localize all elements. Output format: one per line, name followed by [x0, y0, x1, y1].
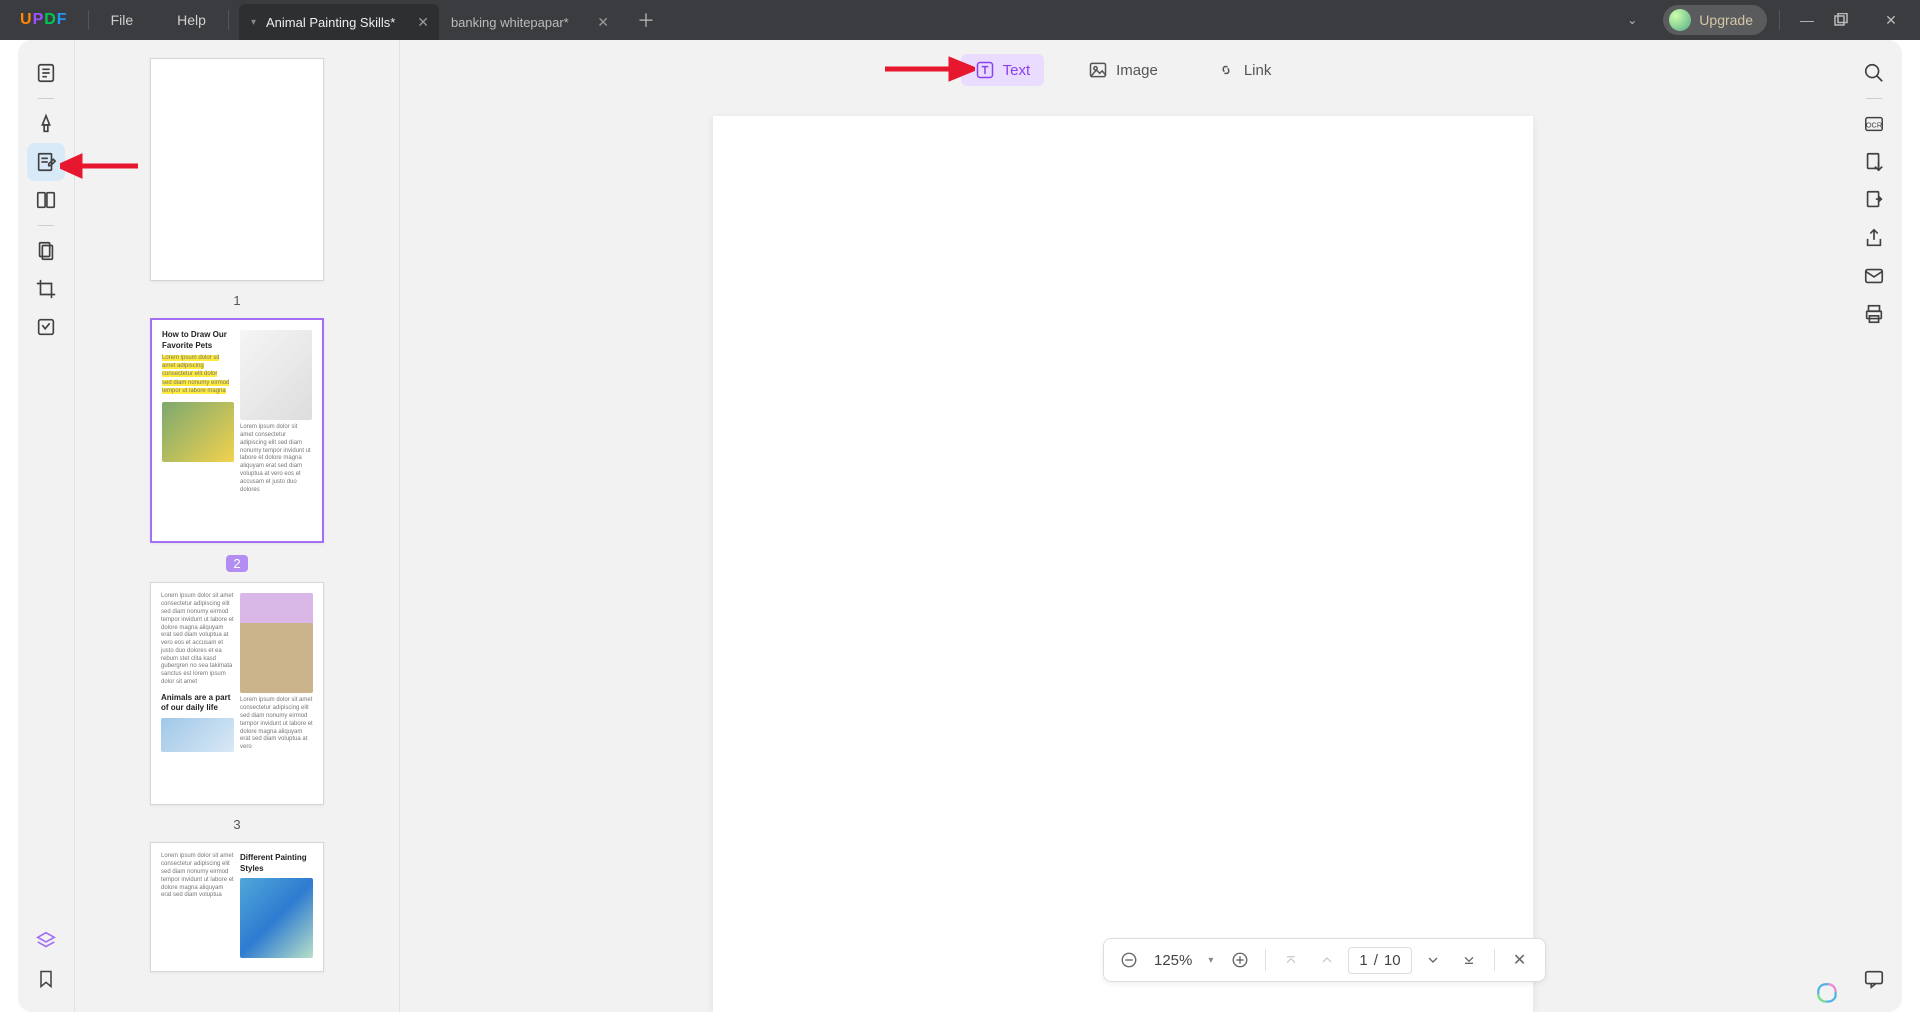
last-page-icon[interactable] — [1454, 945, 1484, 975]
separator — [38, 98, 54, 99]
comment-tool-icon[interactable] — [27, 105, 65, 143]
zoom-value: 125% — [1150, 952, 1196, 969]
left-toolbar — [18, 40, 74, 1012]
canvas-area: Text Image Link 125% ▾ — [400, 40, 1846, 1012]
edit-toolbar: Text Image Link — [961, 54, 1286, 86]
page-sep: / — [1374, 952, 1378, 969]
upgrade-button[interactable]: Upgrade — [1663, 5, 1767, 35]
form-tool-icon[interactable] — [27, 308, 65, 346]
svg-text:OCR: OCR — [1866, 121, 1882, 130]
ai-assistant-icon[interactable] — [1815, 981, 1841, 1007]
thumbnail-page-4[interactable]: Lorem ipsum dolor sit amet consectetur a… — [150, 842, 324, 972]
annotation-arrow-left — [60, 153, 140, 179]
zoom-dropdown-icon[interactable]: ▾ — [1202, 955, 1219, 966]
thumbnail-page-2[interactable]: How to Draw Our Favorite Pets Lorem ipsu… — [150, 318, 324, 543]
titlebar-right: ⌄ Upgrade ― ✕ — [1613, 5, 1920, 35]
close-icon[interactable]: ✕ — [417, 14, 429, 31]
layers-icon[interactable] — [27, 922, 65, 960]
tab-title: banking whitepapar* — [451, 15, 569, 30]
edit-link-button[interactable]: Link — [1202, 54, 1286, 86]
convert-icon[interactable] — [1855, 143, 1893, 181]
edit-image-label: Image — [1116, 62, 1158, 79]
share-icon[interactable] — [1855, 219, 1893, 257]
window-close-icon[interactable]: ✕ — [1876, 12, 1906, 29]
right-toolbar: OCR — [1846, 40, 1902, 1012]
tabs-dropdown-icon[interactable]: ⌄ — [1613, 13, 1651, 27]
separator — [1265, 949, 1266, 971]
document-tabs: ▾ Animal Painting Skills* ✕ banking whit… — [239, 0, 673, 40]
thumb-heading: Different Painting Styles — [240, 853, 313, 874]
ocr-icon[interactable]: OCR — [1855, 105, 1893, 143]
search-icon[interactable] — [1855, 54, 1893, 92]
crop-tool-icon[interactable] — [27, 270, 65, 308]
reader-tool-icon[interactable] — [27, 54, 65, 92]
thumb-heading: How to Draw Our Favorite Pets — [162, 330, 234, 351]
menu-help[interactable]: Help — [155, 12, 228, 28]
thumbnail-label-active: 2 — [226, 555, 247, 572]
thumbnail-label: 1 — [233, 293, 240, 308]
close-icon[interactable]: ✕ — [597, 14, 609, 31]
bookmark-icon[interactable] — [27, 960, 65, 998]
total-pages: 10 — [1384, 952, 1401, 969]
print-icon[interactable] — [1855, 295, 1893, 333]
separator — [1494, 949, 1495, 971]
page-tools-icon[interactable] — [27, 232, 65, 270]
organize-pages-tool-icon[interactable] — [27, 181, 65, 219]
separator — [38, 225, 54, 226]
new-tab-button[interactable]: ＋ — [619, 0, 673, 40]
separator — [1866, 98, 1882, 99]
thumb-heading: Animals are a part of our daily life — [161, 693, 234, 714]
window-maximize-icon[interactable] — [1834, 13, 1864, 27]
divider — [228, 10, 229, 30]
close-bar-icon[interactable]: ✕ — [1505, 945, 1535, 975]
upgrade-label: Upgrade — [1699, 12, 1753, 28]
prev-page-icon[interactable] — [1312, 945, 1342, 975]
tab-dropdown-icon[interactable]: ▾ — [251, 17, 256, 28]
first-page-icon[interactable] — [1276, 945, 1306, 975]
thumbnail-label: 3 — [233, 817, 240, 832]
workframe: 1 How to Draw Our Favorite Pets Lorem ip… — [18, 40, 1902, 1012]
tab-title: Animal Painting Skills* — [266, 15, 395, 30]
zoom-out-icon[interactable] — [1114, 945, 1144, 975]
annotation-arrow-top — [885, 56, 975, 82]
divider — [1779, 10, 1780, 30]
avatar — [1669, 9, 1691, 31]
zoom-in-icon[interactable] — [1225, 945, 1255, 975]
app-logo: UPDF — [0, 11, 88, 29]
tab-active[interactable]: ▾ Animal Painting Skills* ✕ — [239, 4, 439, 40]
pagination-bar: 125% ▾ 1 / 10 ✕ — [1103, 938, 1546, 982]
thumbnail-page-1[interactable] — [150, 58, 324, 281]
thumbnail-page-3[interactable]: Lorem ipsum dolor sit amet consectetur a… — [150, 582, 324, 805]
edit-link-label: Link — [1244, 62, 1272, 79]
window-minimize-icon[interactable]: ― — [1792, 12, 1822, 28]
next-page-icon[interactable] — [1418, 945, 1448, 975]
page-indicator[interactable]: 1 / 10 — [1348, 947, 1411, 974]
feedback-icon[interactable] — [1855, 960, 1893, 998]
edit-text-label: Text — [1003, 62, 1031, 79]
page-canvas[interactable] — [713, 116, 1533, 1012]
thumbnail-panel[interactable]: 1 How to Draw Our Favorite Pets Lorem ip… — [74, 40, 400, 1012]
edit-image-button[interactable]: Image — [1074, 54, 1172, 86]
export-icon[interactable] — [1855, 181, 1893, 219]
menu-file[interactable]: File — [89, 12, 156, 28]
current-page: 1 — [1359, 952, 1367, 969]
email-icon[interactable] — [1855, 257, 1893, 295]
titlebar: UPDF File Help ▾ Animal Painting Skills*… — [0, 0, 1920, 40]
tab-inactive[interactable]: banking whitepapar* ✕ — [439, 4, 619, 40]
